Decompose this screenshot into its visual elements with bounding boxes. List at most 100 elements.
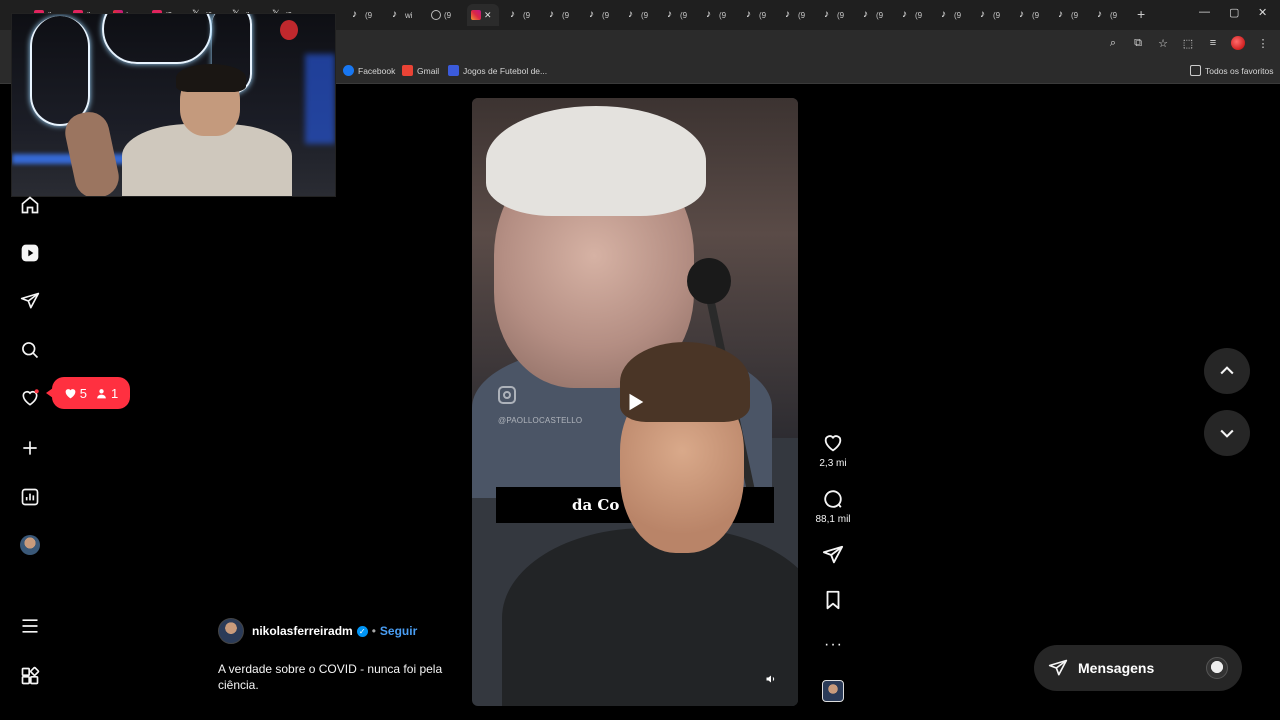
chevron-down-icon bbox=[1220, 429, 1234, 438]
tiktok-icon: ♪ bbox=[667, 9, 672, 20]
notifications-pill[interactable]: 5 1 bbox=[46, 377, 130, 409]
author-avatar[interactable] bbox=[218, 618, 244, 644]
tiktok-icon: ♪ bbox=[628, 9, 633, 20]
bookmark-star-icon[interactable]: ☆ bbox=[1156, 36, 1170, 50]
browser-tab[interactable]: ♪ (9 bbox=[1015, 4, 1053, 26]
tiktok-icon: ♪ bbox=[746, 9, 751, 20]
close-window-button[interactable]: ✕ bbox=[1258, 6, 1267, 19]
browser-tab[interactable]: ♪ wi bbox=[388, 4, 426, 26]
minimize-button[interactable]: — bbox=[1199, 6, 1210, 18]
comment-action[interactable]: 88,1 mil bbox=[816, 488, 851, 525]
globe-icon bbox=[431, 10, 441, 20]
original-audio-thumbnail[interactable] bbox=[822, 680, 844, 702]
browser-tab[interactable]: ♪ (9 bbox=[506, 4, 544, 26]
new-tab-button[interactable]: + bbox=[1137, 6, 1145, 22]
share-action[interactable] bbox=[818, 544, 848, 566]
reel-video[interactable]: @PAOLLOCASTELLO da Co bbox=[472, 98, 798, 706]
more-options-icon[interactable]: ··· bbox=[824, 636, 843, 654]
dashboard-icon[interactable] bbox=[20, 487, 40, 507]
also-from-meta-icon[interactable] bbox=[20, 666, 40, 686]
tiktok-icon: ♪ bbox=[824, 9, 829, 20]
like-action[interactable]: 2,3 mi bbox=[818, 432, 848, 469]
video-figure bbox=[486, 106, 706, 216]
close-tab-icon[interactable]: ✕ bbox=[484, 10, 492, 21]
separator-dot: • bbox=[371, 624, 376, 638]
profile-avatar[interactable] bbox=[20, 535, 40, 555]
browser-tab[interactable]: ♪ (9 bbox=[624, 4, 662, 26]
tiktok-icon: ♪ bbox=[589, 9, 594, 20]
bookmark-icon[interactable] bbox=[822, 589, 844, 611]
streamer-hair bbox=[176, 64, 246, 92]
bookmark-jogos[interactable]: Jogos de Futebol de... bbox=[448, 65, 547, 76]
all-bookmarks[interactable]: Todos os favoritos bbox=[1190, 65, 1274, 76]
message-contact-avatar bbox=[1206, 657, 1228, 679]
notifications-heart-icon[interactable] bbox=[20, 388, 40, 408]
like-heart-icon[interactable] bbox=[822, 432, 844, 454]
media-controls-icon[interactable]: ≡ bbox=[1206, 36, 1220, 50]
audio-toggle-icon[interactable] bbox=[763, 671, 779, 687]
browser-tab[interactable]: ♪ (9 bbox=[742, 4, 780, 26]
more-menu-icon[interactable] bbox=[20, 616, 40, 636]
tiktok-icon: ♪ bbox=[510, 9, 515, 20]
browser-tab[interactable]: ♪ (9 bbox=[820, 4, 858, 26]
direct-message-icon bbox=[1048, 659, 1068, 676]
followers-count: 1 bbox=[95, 386, 118, 401]
reels-icon[interactable] bbox=[20, 243, 40, 263]
video-watermark: @PAOLLOCASTELLO bbox=[498, 416, 583, 425]
jogos-icon bbox=[448, 65, 459, 76]
browser-tab[interactable]: ♪ (9 bbox=[898, 4, 936, 26]
search-icon[interactable] bbox=[20, 340, 40, 360]
author-username[interactable]: nikolasferreiradm bbox=[252, 624, 353, 638]
messages-label: Mensagens bbox=[1078, 660, 1155, 676]
video-speaker bbox=[502, 528, 798, 706]
browser-tab[interactable]: ♪ (9 bbox=[1054, 4, 1092, 26]
explore-icon[interactable] bbox=[20, 291, 40, 311]
follow-button[interactable]: Seguir bbox=[380, 624, 417, 638]
browser-tab[interactable]: ♪ (9 bbox=[1093, 4, 1131, 26]
save-action[interactable] bbox=[818, 589, 848, 611]
browser-tab[interactable]: ♪ (9 bbox=[702, 4, 740, 26]
home-icon[interactable] bbox=[20, 195, 40, 215]
browser-tab[interactable]: ♪ (9 bbox=[348, 4, 386, 26]
microphone bbox=[687, 258, 731, 304]
browser-tab-active[interactable]: ✕ bbox=[467, 4, 499, 26]
browser-tab[interactable]: ♪ (9 bbox=[663, 4, 701, 26]
chevron-up-icon bbox=[1220, 366, 1234, 375]
create-icon[interactable] bbox=[20, 438, 40, 458]
restore-button[interactable]: ▢ bbox=[1229, 6, 1239, 19]
browser-tab[interactable]: ♪ (9 bbox=[859, 4, 897, 26]
menu-kebab-icon[interactable]: ⋮ bbox=[1256, 36, 1270, 50]
figurine bbox=[280, 20, 298, 40]
share-icon[interactable] bbox=[822, 544, 844, 566]
verified-badge-icon: ✓ bbox=[356, 625, 368, 637]
browser-tab[interactable]: ♪ (9 bbox=[781, 4, 819, 26]
likes-count: 2,3 mi bbox=[819, 458, 847, 469]
cast-icon[interactable]: ⧉ bbox=[1131, 36, 1145, 50]
tiktok-icon: ♪ bbox=[941, 9, 946, 20]
webcam-overlay bbox=[11, 13, 336, 197]
likes-count: 5 bbox=[64, 386, 87, 401]
browser-tab[interactable]: ♪ (9 bbox=[545, 4, 583, 26]
tiktok-icon: ♪ bbox=[549, 9, 554, 20]
tiktok-icon: ♪ bbox=[980, 9, 985, 20]
browser-tab[interactable]: ♪ (9 bbox=[937, 4, 975, 26]
messages-button[interactable]: Mensagens bbox=[1034, 645, 1242, 691]
tiktok-icon: ♪ bbox=[1019, 9, 1024, 20]
next-reel-button[interactable] bbox=[1204, 410, 1250, 456]
tiktok-icon: ♪ bbox=[1058, 9, 1063, 20]
bookmark-facebook[interactable]: Facebook bbox=[343, 65, 395, 76]
browser-tab[interactable]: (9 bbox=[427, 4, 465, 26]
bookmark-gmail[interactable]: Gmail bbox=[402, 65, 439, 76]
post-author: nikolasferreiradm ✓ • Seguir bbox=[218, 618, 417, 644]
extensions-icon[interactable]: ⬚ bbox=[1181, 36, 1195, 50]
previous-reel-button[interactable] bbox=[1204, 348, 1250, 394]
zoom-icon[interactable]: ⌕ bbox=[1106, 36, 1120, 50]
browser-tab[interactable]: ♪ (9 bbox=[585, 4, 623, 26]
heart-icon bbox=[65, 388, 76, 398]
comment-icon[interactable] bbox=[822, 488, 844, 510]
tiktok-icon: ♪ bbox=[392, 9, 397, 20]
browser-tab[interactable]: ♪ (9 bbox=[976, 4, 1014, 26]
streamer-arm bbox=[61, 108, 123, 196]
profile-avatar-icon[interactable] bbox=[1231, 36, 1245, 50]
play-icon[interactable] bbox=[622, 389, 648, 415]
